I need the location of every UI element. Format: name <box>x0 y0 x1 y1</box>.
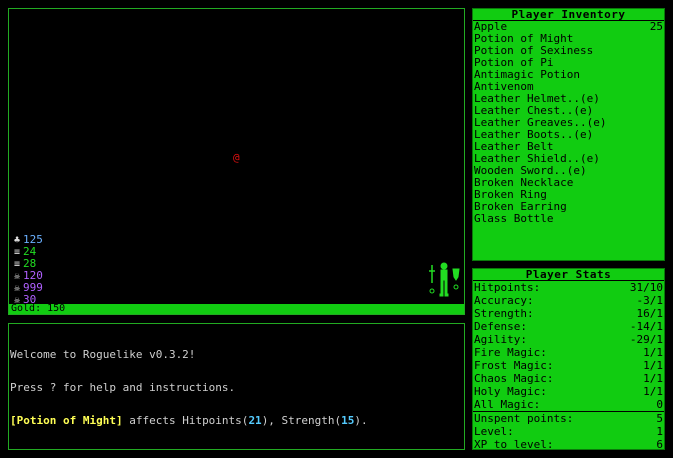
stat-value: -14/1 <box>629 320 663 333</box>
stat-value: 5 <box>656 412 663 425</box>
stat-label: Strength: <box>474 307 534 320</box>
stat-label: Holy Magic: <box>474 385 547 398</box>
stat-value: 16/1 <box>636 307 664 320</box>
map-view[interactable]: @ ♣ 125 ≡ 24 ≡ 28 ☠ 120 ☠ 999 ☠ 30 Gold: 150 <box>8 8 465 315</box>
stat-value: 1/1 <box>643 385 663 398</box>
stat-label: Chaos Magic: <box>474 372 554 385</box>
stat-value: 0 <box>656 398 663 411</box>
log-lines: Welcome to Roguelike v0.3.2! Press ? for… <box>10 327 368 448</box>
stat-label: Hitpoints: <box>474 281 541 294</box>
stat-row: Hitpoints: 31/10 <box>473 281 664 294</box>
stat-label: All Magic: <box>474 398 541 411</box>
stat-row: Accuracy: -3/1 <box>473 294 664 307</box>
item-name: Glass Bottle <box>474 212 554 225</box>
stat-row: Fire Magic: 1/1 <box>473 346 664 359</box>
stat-label: Defense: <box>474 320 527 333</box>
stat-label: Unspent points: <box>474 412 574 425</box>
log-text: ). <box>354 414 368 427</box>
inventory-item[interactable]: Glass Bottle <box>474 213 663 225</box>
stat-value: -3/1 <box>636 294 664 307</box>
stat-row: Holy Magic: 1/1 <box>473 385 664 398</box>
stat-row: Strength: 16/1 <box>473 307 664 320</box>
player-character: @ <box>233 151 240 164</box>
log-number: 21 <box>248 414 262 427</box>
item-quantity: 25 <box>649 20 663 33</box>
inventory-panel: Player Inventory Apple 25 Potion of Might P… <box>472 8 665 261</box>
stat-label: Frost Magic: <box>474 359 554 372</box>
equipment-doll <box>426 261 462 303</box>
paperdoll-icon <box>429 262 460 297</box>
stat-row: Chaos Magic: 1/1 <box>473 372 664 385</box>
stat-row: Frost Magic: 1/1 <box>473 359 664 372</box>
stat-row: All Magic: 0 <box>473 398 664 411</box>
stat-rows: Hitpoints: 31/10 Accuracy: -3/1 Strength: 16/… <box>473 281 664 411</box>
log-text: affects Hitpoints( <box>122 414 249 427</box>
log-line: [Potion of Might] affects Hitpoints(21),… <box>10 415 368 426</box>
stat-value: 31/10 <box>629 281 663 294</box>
stat-label: XP to level: <box>474 438 554 451</box>
message-log: Welcome to Roguelike v0.3.2! Press ? for… <box>8 323 465 450</box>
log-text: ), Strength( <box>261 414 342 427</box>
stat-value: 1/1 <box>643 346 663 359</box>
stat-row: Unspent points: 5 <box>473 412 664 425</box>
log-item-name: [Potion of Might] <box>10 414 123 427</box>
stats-title: Player Stats <box>473 269 664 281</box>
stat-row: XP to level: 6 <box>473 438 664 451</box>
stat-value: 1 <box>656 425 663 438</box>
stat-label: Accuracy: <box>474 294 534 307</box>
stat-value: 1/1 <box>643 372 663 385</box>
stat-label: Level: <box>474 425 514 438</box>
stat-label: Fire Magic: <box>474 346 547 359</box>
inventory-list: Apple 25 Potion of Might Potion of Sexiness… <box>473 21 664 225</box>
gold-counter: Gold: 150 <box>9 304 464 314</box>
stat-label: Agility: <box>474 333 527 346</box>
stat-row: Defense: -14/1 <box>473 320 664 333</box>
stat-value: 1/1 <box>643 359 663 372</box>
stat-footer: Unspent points: 5 Level: 1 XP to level: 6 <box>473 411 664 451</box>
stat-row: Agility: -29/1 <box>473 333 664 346</box>
log-number: 15 <box>341 414 355 427</box>
stat-value: 6 <box>656 438 663 451</box>
stat-value: -29/1 <box>629 333 663 346</box>
log-line: Welcome to Roguelike v0.3.2! <box>10 348 196 361</box>
stat-row: Level: 1 <box>473 425 664 438</box>
log-line: Press ? for help and instructions. <box>10 381 236 394</box>
stats-panel: Player Stats Hitpoints: 31/10 Accuracy: -3/… <box>472 268 665 451</box>
